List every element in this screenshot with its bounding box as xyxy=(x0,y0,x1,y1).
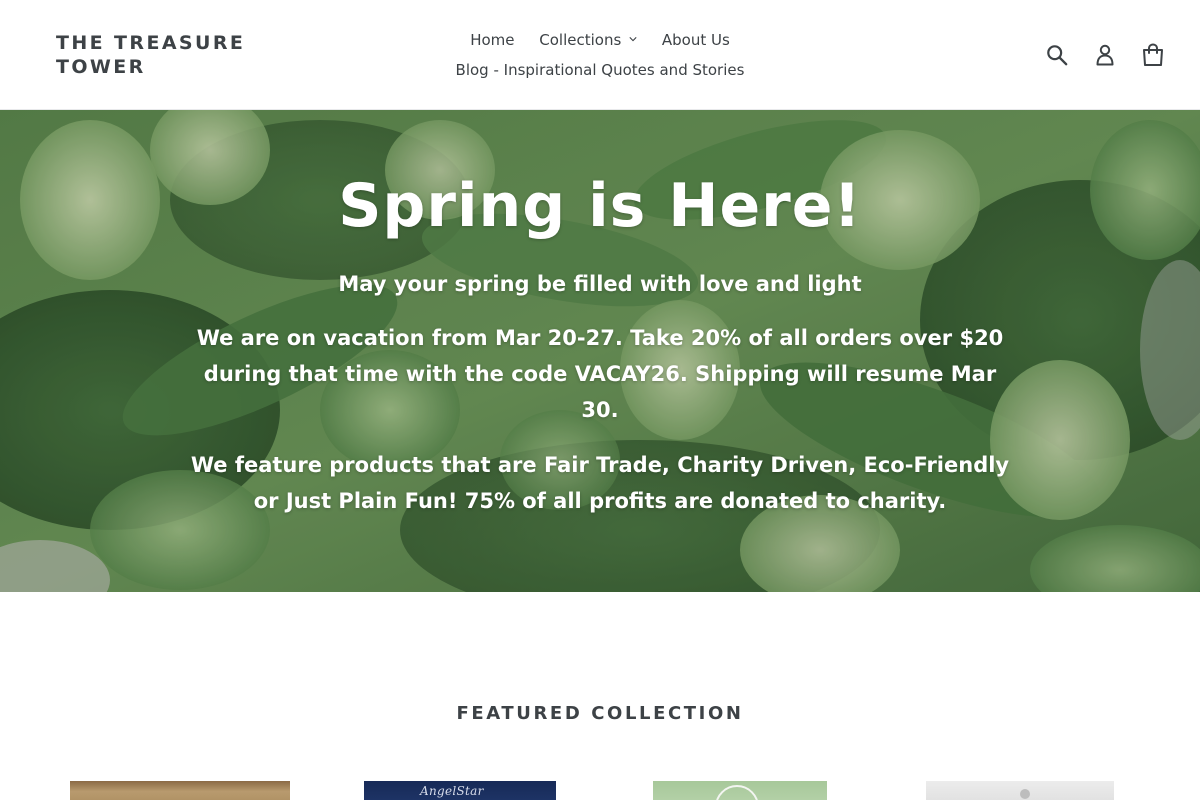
header-icons xyxy=(1044,38,1166,72)
cart-button[interactable] xyxy=(1140,40,1166,70)
product-thumb-label: AngelStar xyxy=(420,784,484,798)
product-thumb-detail xyxy=(715,785,759,800)
search-button[interactable] xyxy=(1044,40,1070,70)
hero-subtitle: May your spring be filled with love and … xyxy=(338,272,862,296)
user-icon xyxy=(1096,44,1114,66)
featured-collection-title: FEATURED COLLECTION xyxy=(456,703,744,724)
logo-line-2: TOWER xyxy=(56,56,146,78)
main-nav: Home Collections About Us Blog - Inspira… xyxy=(390,25,810,85)
hero-title: Spring is Here! xyxy=(338,171,862,241)
nav-row-2: Blog - Inspirational Quotes and Stories xyxy=(390,55,810,85)
nav-home[interactable]: Home xyxy=(460,25,524,55)
nav-collections-label: Collections xyxy=(539,31,622,49)
hero-vacation-notice: We are on vacation from Mar 20-27. Take … xyxy=(196,326,1004,422)
product-card-image[interactable] xyxy=(926,781,1114,800)
search-icon xyxy=(1047,45,1068,66)
nav-blog[interactable]: Blog - Inspirational Quotes and Stories xyxy=(446,55,755,85)
featured-collection: FEATURED COLLECTION AngelStar xyxy=(0,592,1200,800)
hero-content: Spring is Here! May your spring be fille… xyxy=(190,166,1010,538)
nav-row-1: Home Collections About Us xyxy=(390,25,810,55)
product-thumb-detail xyxy=(1020,789,1030,799)
product-card-image[interactable]: AngelStar xyxy=(364,781,556,800)
product-card-image[interactable] xyxy=(653,781,827,800)
site-header: THE TREASURE TOWER Home Collections Abou… xyxy=(0,0,1200,110)
nav-about[interactable]: About Us xyxy=(652,25,740,55)
product-card-image[interactable] xyxy=(70,781,290,800)
hero-banner: Spring is Here! May your spring be fille… xyxy=(0,110,1200,592)
logo-line-1: THE TREASURE xyxy=(56,32,246,54)
store-logo[interactable]: THE TREASURE TOWER xyxy=(56,31,276,79)
cart-icon xyxy=(1143,43,1163,66)
hero-mission: We feature products that are Fair Trade,… xyxy=(190,453,1010,513)
nav-collections[interactable]: Collections xyxy=(529,25,647,55)
chevron-down-icon xyxy=(629,37,637,42)
account-button[interactable] xyxy=(1092,40,1118,70)
